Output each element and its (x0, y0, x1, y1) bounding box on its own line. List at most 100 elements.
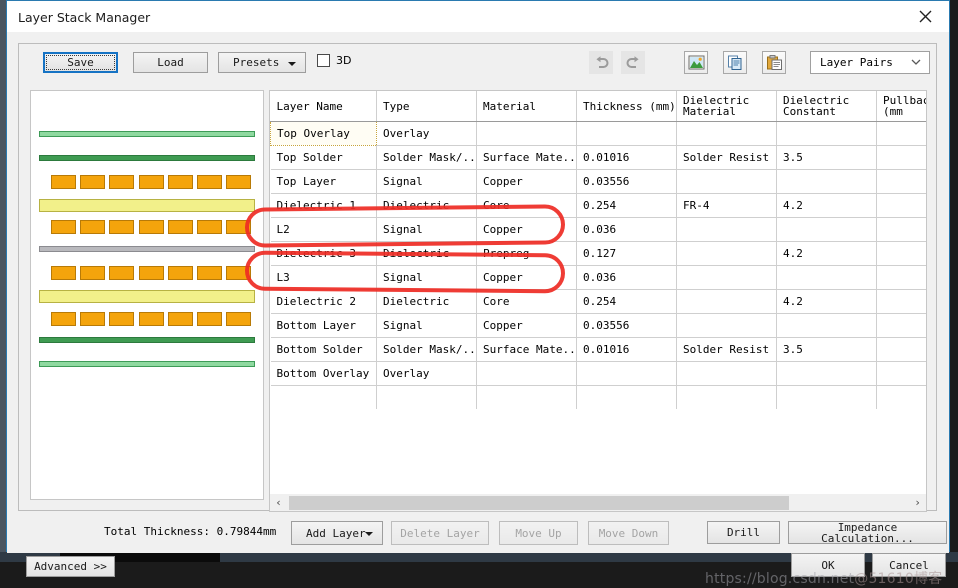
cell-diel_constant[interactable] (776, 121, 877, 146)
column-header-6[interactable]: Pullback (mm (876, 91, 926, 122)
cell-material[interactable] (476, 361, 577, 386)
table-row[interactable]: Top Layer Signal Copper 0.03556 (270, 169, 926, 194)
table-row[interactable]: Bottom Solder Solder Mask/... Surface Mate… (270, 337, 926, 362)
cell-diel_material[interactable]: FR-4 (676, 193, 777, 218)
cell-diel_material[interactable]: Solder Resist (676, 337, 777, 362)
cell-name[interactable]: Bottom Layer (270, 313, 377, 338)
cell-diel_material[interactable] (676, 361, 777, 386)
close-button[interactable] (903, 1, 949, 31)
cell-diel_constant[interactable]: 4.2 (776, 193, 877, 218)
cell-pullback[interactable] (876, 217, 926, 242)
table-row[interactable]: Top Solder Solder Mask/... Surface Mate...… (270, 145, 926, 170)
cell-pullback[interactable] (876, 361, 926, 386)
cell-thickness[interactable]: 0.03556 (576, 313, 677, 338)
cell-material[interactable]: Surface Mate... (476, 337, 577, 362)
cell-diel_material[interactable] (676, 217, 777, 242)
table-row[interactable]: Bottom Overlay Overlay (270, 361, 926, 386)
cell-type[interactable]: Dielectric (376, 289, 477, 314)
cell-type[interactable]: Overlay (376, 121, 477, 146)
cell-name[interactable]: Dielectric 1 (270, 193, 377, 218)
cell-thickness[interactable]: 0.01016 (576, 145, 677, 170)
cell-name[interactable]: Top Overlay (270, 121, 377, 146)
cell-pullback[interactable] (876, 121, 926, 146)
drill-button[interactable]: Drill (707, 521, 780, 544)
cell-diel_material[interactable] (676, 313, 777, 338)
cell-thickness[interactable]: 0.03556 (576, 169, 677, 194)
cell-pullback[interactable] (876, 313, 926, 338)
copy-button[interactable] (723, 51, 747, 74)
table-row[interactable]: Bottom Layer Signal Copper 0.03556 (270, 313, 926, 338)
layer-table-container[interactable]: Layer Name Type Material Thickness (mm) Diel… (269, 90, 927, 500)
cell-type[interactable]: Overlay (376, 361, 477, 386)
cell-type[interactable]: Signal (376, 169, 477, 194)
cell-diel_constant[interactable] (776, 361, 877, 386)
impedance-calculation-button[interactable]: Impedance Calculation... (788, 521, 947, 544)
cell-type[interactable]: Signal (376, 265, 477, 290)
table-row[interactable]: L3 Signal Copper 0.036 (270, 265, 926, 290)
load-button[interactable]: Load (133, 52, 208, 73)
cell-thickness[interactable]: 0.254 (576, 289, 677, 314)
cell-name[interactable]: Bottom Solder (270, 337, 377, 362)
cell-type[interactable]: Solder Mask/... (376, 145, 477, 170)
cancel-button[interactable]: Cancel (872, 553, 946, 577)
table-row[interactable]: L2 Signal Copper 0.036 (270, 217, 926, 242)
cell-thickness[interactable] (576, 361, 677, 386)
add-layer-button[interactable]: Add Layer (291, 521, 383, 545)
column-header-5[interactable]: Dielectric Constant (776, 91, 877, 122)
cell-diel_material[interactable] (676, 241, 777, 266)
cell-thickness[interactable]: 0.01016 (576, 337, 677, 362)
delete-layer-button[interactable]: Delete Layer (391, 521, 489, 545)
column-header-1[interactable]: Type (376, 91, 477, 122)
cell-diel_constant[interactable]: 4.2 (776, 289, 877, 314)
column-header-3[interactable]: Thickness (mm) (576, 91, 677, 122)
layer-pairs-dropdown[interactable]: Layer Pairs (810, 51, 930, 74)
cell-material[interactable]: Surface Mate... (476, 145, 577, 170)
cell-diel_material[interactable] (676, 289, 777, 314)
column-header-2[interactable]: Material (476, 91, 577, 122)
cell-thickness[interactable]: 0.036 (576, 217, 677, 242)
cell-pullback[interactable] (876, 193, 926, 218)
cell-diel_constant[interactable] (776, 217, 877, 242)
cell-diel_material[interactable] (676, 265, 777, 290)
cell-thickness[interactable] (576, 121, 677, 146)
cell-type[interactable]: Dielectric (376, 193, 477, 218)
presets-dropdown-button[interactable]: Presets (218, 52, 306, 73)
cell-material[interactable] (476, 121, 577, 146)
cell-material[interactable]: Copper (476, 169, 577, 194)
cell-material[interactable]: Core (476, 289, 577, 314)
table-row[interactable]: Top Overlay Overlay (270, 121, 926, 146)
cell-material[interactable]: Core (476, 193, 577, 218)
table-row[interactable]: Dielectric 1 Dielectric Core 0.254 FR-4 4.2 (270, 193, 926, 218)
cell-type[interactable]: Dielectric (376, 241, 477, 266)
cell-material[interactable]: Copper (476, 313, 577, 338)
cell-diel_material[interactable] (676, 169, 777, 194)
cell-pullback[interactable] (876, 169, 926, 194)
cell-pullback[interactable] (876, 241, 926, 266)
cell-name[interactable]: Bottom Overlay (270, 361, 377, 386)
cell-thickness[interactable]: 0.127 (576, 241, 677, 266)
cell-diel_constant[interactable] (776, 313, 877, 338)
advanced-button[interactable]: Advanced >> (26, 556, 115, 577)
cell-name[interactable]: Dielectric 2 (270, 289, 377, 314)
move-down-button[interactable]: Move Down (588, 521, 669, 545)
cell-pullback[interactable] (876, 289, 926, 314)
3d-checkbox[interactable]: 3D (317, 54, 351, 67)
cell-diel_material[interactable]: Solder Resist (676, 145, 777, 170)
table-row[interactable]: Dielectric 2 Dielectric Core 0.254 4.2 (270, 289, 926, 314)
column-header-0[interactable]: Layer Name (270, 91, 377, 122)
cell-pullback[interactable] (876, 265, 926, 290)
redo-button[interactable] (621, 51, 645, 74)
cell-name[interactable]: Dielectric 3 (270, 241, 377, 266)
undo-button[interactable] (589, 51, 613, 74)
save-button[interactable]: Save (43, 52, 118, 73)
cell-type[interactable]: Solder Mask/... (376, 337, 477, 362)
cell-pullback[interactable] (876, 337, 926, 362)
image-button[interactable] (684, 51, 708, 74)
cell-material[interactable]: Prepreg (476, 241, 577, 266)
scroll-right-arrow-icon[interactable]: › (909, 495, 926, 511)
cell-name[interactable]: L3 (270, 265, 377, 290)
cell-name[interactable]: Top Layer (270, 169, 377, 194)
paste-button[interactable] (762, 51, 786, 74)
ok-button[interactable]: OK (791, 553, 865, 577)
cell-type[interactable]: Signal (376, 313, 477, 338)
